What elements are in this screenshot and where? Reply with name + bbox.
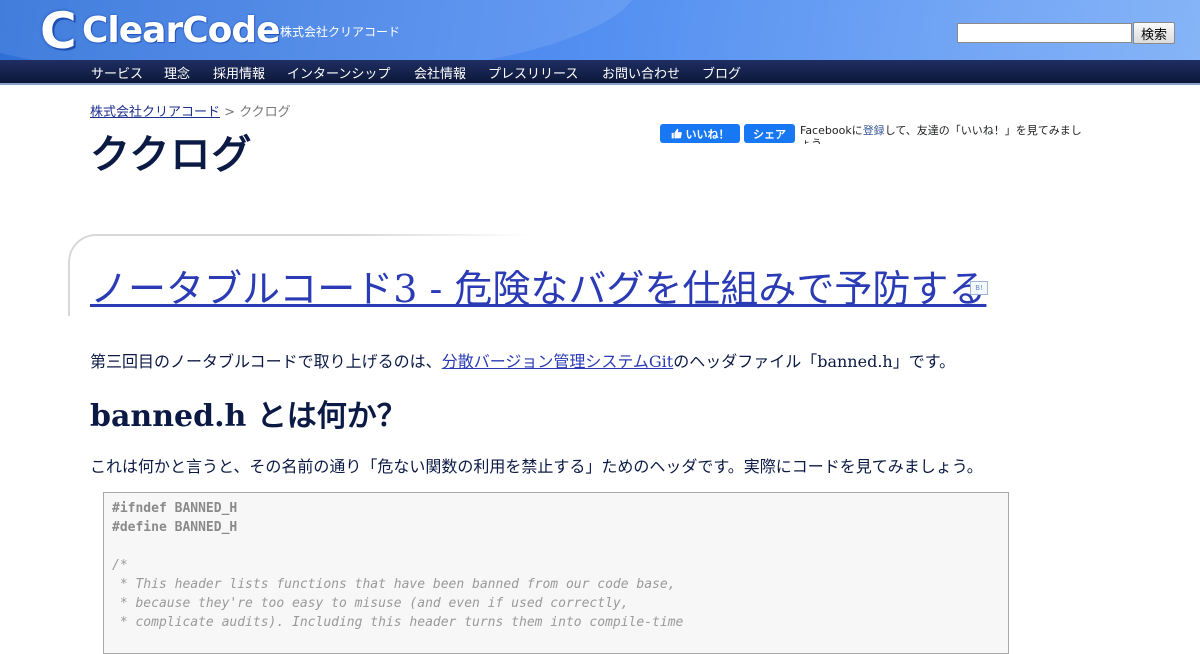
code-line: * This header lists functions that have … bbox=[112, 577, 676, 592]
logo-text: ClearCode bbox=[82, 9, 281, 51]
intro-suffix: のヘッダファイル「banned.h」です。 bbox=[673, 352, 956, 371]
company-name: 株式会社クリアコード bbox=[280, 25, 401, 39]
code-line: * complicate audits). Including this hea… bbox=[112, 615, 684, 630]
code-line: #define BANNED_H bbox=[112, 520, 238, 535]
facebook-share-label: シェア bbox=[753, 127, 786, 141]
breadcrumb-home-link[interactable]: 株式会社クリアコード bbox=[90, 105, 220, 120]
nav-item-services[interactable]: サービス bbox=[91, 63, 143, 82]
intro-prefix: 第三回目のノータブルコードで取り上げるのは、 bbox=[90, 352, 442, 371]
breadcrumb: 株式会社クリアコード > ククログ bbox=[90, 101, 291, 120]
thumbs-up-icon bbox=[671, 128, 682, 139]
nav-item-contact[interactable]: お問い合わせ bbox=[602, 63, 680, 82]
facebook-share-button[interactable]: シェア bbox=[744, 124, 795, 143]
search-input[interactable] bbox=[957, 23, 1132, 43]
article-title-link[interactable]: ノータブルコード3 - 危険なバグを仕組みで予防する bbox=[90, 267, 986, 311]
code-line: #ifndef BANNED_H bbox=[112, 501, 238, 516]
hatena-bookmark-icon[interactable]: B! bbox=[970, 281, 988, 295]
facebook-signup-link[interactable]: 登録 bbox=[863, 124, 885, 137]
article-paragraph: これは何かと言うと、その名前の通り「危ない関数の利用を禁止する」ためのヘッダです… bbox=[90, 457, 983, 476]
facebook-like-button[interactable]: いいね！ bbox=[660, 124, 740, 143]
breadcrumb-current: ククログ bbox=[239, 105, 291, 120]
facebook-prompt: Facebookに登録して、友達の「いいね！」を見てみましょう。 bbox=[800, 124, 1092, 144]
main-nav: サービス 理念 採用情報 インターンシップ 会社情報 プレスリリース お問い合わ… bbox=[0, 60, 1200, 85]
article-intro: 第三回目のノータブルコードで取り上げるのは、分散バージョン管理システムGitのヘ… bbox=[90, 348, 955, 372]
page-title: ククログ bbox=[90, 132, 253, 178]
facebook-prompt-prefix: Facebookに bbox=[800, 124, 863, 137]
article-title: ノータブルコード3 - 危険なバグを仕組みで予防する bbox=[90, 258, 986, 313]
nav-item-recruit[interactable]: 採用情報 bbox=[213, 63, 265, 82]
section-heading: banned.h とは何か？ bbox=[90, 399, 407, 434]
nav-item-philosophy[interactable]: 理念 bbox=[164, 63, 190, 82]
search-button[interactable]: 検索 bbox=[1133, 22, 1175, 44]
facebook-like-label: いいね！ bbox=[685, 127, 730, 141]
nav-item-blog[interactable]: ブログ bbox=[702, 63, 741, 82]
code-line: /* bbox=[112, 558, 128, 573]
site-header: C ClearCode 株式会社クリアコード 検索 bbox=[0, 0, 1200, 60]
git-link[interactable]: 分散バージョン管理システムGit bbox=[442, 352, 674, 371]
nav-item-company[interactable]: 会社情報 bbox=[414, 63, 466, 82]
nav-item-internship[interactable]: インターンシップ bbox=[287, 63, 390, 82]
code-line: * because they're too easy to misuse (an… bbox=[112, 596, 629, 611]
breadcrumb-separator: > bbox=[220, 105, 240, 120]
nav-item-press[interactable]: プレスリリース bbox=[488, 63, 578, 82]
clearcode-logo[interactable]: C ClearCode bbox=[40, 2, 281, 60]
logo-mark-icon: C bbox=[40, 2, 77, 60]
